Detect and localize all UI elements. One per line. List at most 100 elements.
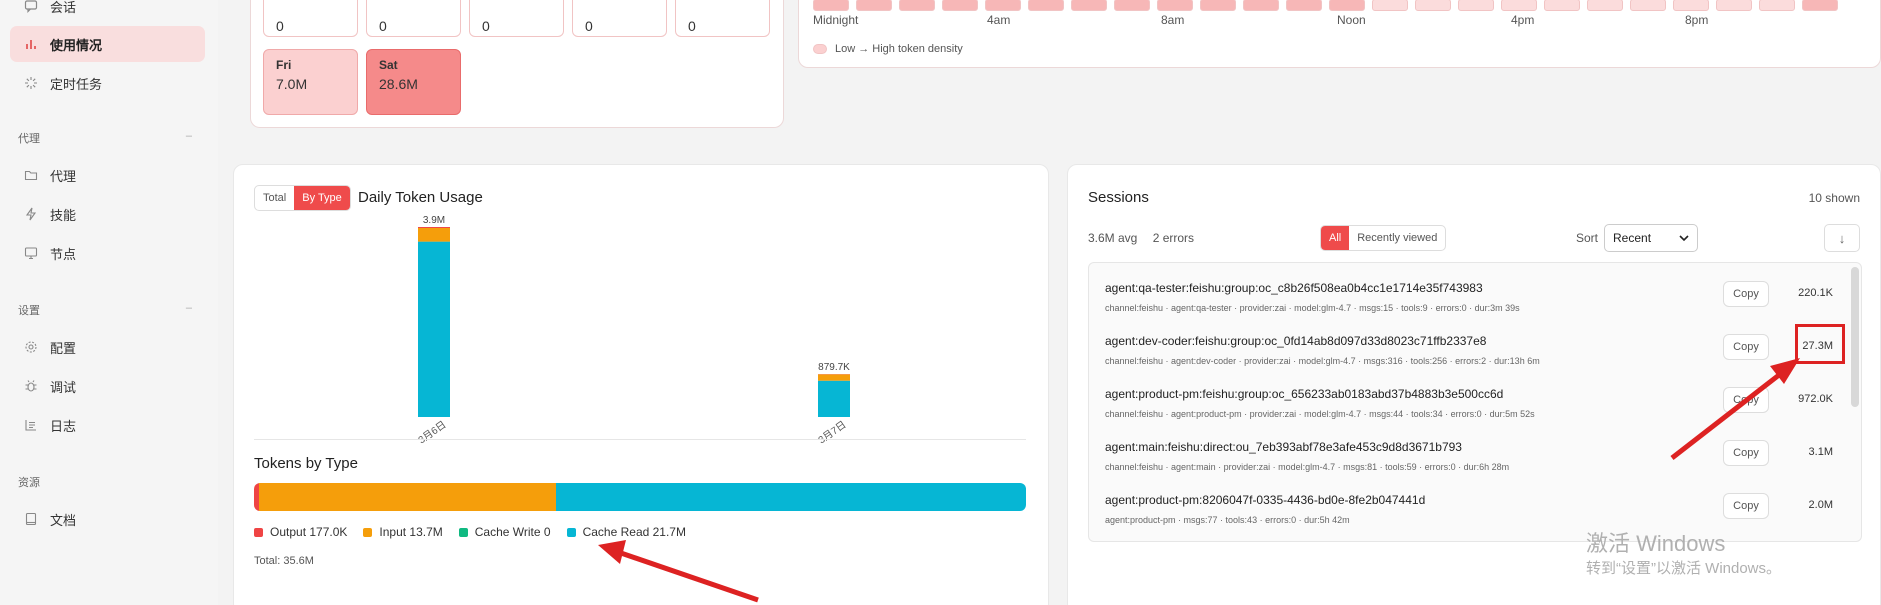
- copy-button[interactable]: Copy: [1723, 281, 1769, 307]
- day-card: 0: [572, 0, 667, 37]
- sidebar-item-label: 文档: [50, 512, 77, 528]
- session-key: agent:main:feishu:direct:ou_7eb393abf78e…: [1105, 440, 1462, 454]
- x-tick-label: 3月7日: [816, 419, 848, 445]
- heatmap-cell: [1114, 0, 1150, 11]
- session-row[interactable]: agent:dev-coder:feishu:group:oc_0fd14ab8…: [1089, 326, 1849, 379]
- sidebar-item-label: 技能: [50, 207, 77, 223]
- sidebar-item-label: 日志: [50, 418, 77, 434]
- toggle-by-type[interactable]: By Type: [294, 186, 350, 210]
- bar-segment-input[interactable]: [818, 374, 850, 381]
- tokens-by-type-bar: [254, 483, 1026, 511]
- session-row[interactable]: agent:product-pm:feishu:group:oc_656233a…: [1089, 379, 1849, 432]
- filter-recently-viewed[interactable]: Recently viewed: [1349, 226, 1445, 250]
- total-tokens: Total: 35.6M: [254, 555, 314, 567]
- view-toggle: Total By Type: [254, 185, 351, 211]
- session-row[interactable]: agent:qa-tester:feishu:group:oc_c8b26f50…: [1089, 273, 1849, 326]
- scrollbar[interactable]: [1851, 267, 1859, 407]
- legend-swatch: [254, 527, 263, 537]
- log-icon: [22, 416, 40, 434]
- sidebar-item-config[interactable]: 配置: [10, 329, 205, 365]
- gear-icon: [22, 338, 40, 356]
- session-tokens: 2.0M: [1808, 499, 1833, 511]
- type-segment-input[interactable]: [258, 483, 556, 511]
- tokens-by-type-title: Tokens by Type: [254, 455, 358, 472]
- copy-button[interactable]: Copy: [1723, 334, 1769, 360]
- heatmap-cell: [1673, 0, 1709, 11]
- legend-swatch: [458, 527, 468, 537]
- sidebar-item-usage[interactable]: 使用情况: [10, 26, 205, 62]
- daily-token-usage-panel: Total By Type Daily Token Usage 3.9M 3月6日…: [233, 164, 1049, 605]
- sidebar-item-label: 节点: [50, 246, 77, 262]
- heatmap-cell: [813, 0, 849, 11]
- spinner-icon: [22, 74, 40, 92]
- sidebar-item-cron[interactable]: 定时任务: [10, 65, 205, 101]
- legend-item-cache-read: Cache Read 21.7M: [566, 525, 686, 539]
- bar-segment-cache-read[interactable]: [818, 380, 850, 417]
- sidebar-item-label: 配置: [50, 340, 77, 356]
- toggle-total[interactable]: Total: [255, 186, 294, 210]
- hour-label: 8pm: [1685, 13, 1709, 27]
- session-details: channel:feishu · agent:main · provider:z…: [1105, 462, 1510, 472]
- heatmap-cell: [1372, 0, 1408, 11]
- sidebar-item-debug[interactable]: 调试: [10, 368, 205, 404]
- heatmap-cell: [1630, 0, 1666, 11]
- copy-button[interactable]: Copy: [1723, 387, 1769, 413]
- sessions-panel: Sessions 10 shown 3.6M avg 2 errors All …: [1067, 164, 1881, 605]
- section-title-resources: 资源: [18, 477, 40, 489]
- day-card: 0: [675, 0, 770, 37]
- collapse-icon: –: [185, 302, 192, 314]
- session-tokens: 3.1M: [1808, 446, 1833, 458]
- daily-token-chart: 3.9M 3月6日 879.7K 3月7日: [416, 215, 850, 445]
- day-card-fri: Fri 7.0M: [263, 49, 358, 115]
- sessions-filter: All Recently viewed: [1320, 225, 1447, 251]
- day-card: 0: [469, 0, 564, 37]
- session-row[interactable]: agent:product-pm:8206047f-0335-4436-bd0e…: [1089, 485, 1849, 538]
- avg-tokens: 3.6M avg: [1088, 231, 1138, 245]
- filter-all[interactable]: All: [1321, 226, 1350, 250]
- chart-title: Daily Token Usage: [358, 189, 483, 206]
- sidebar-item-logs[interactable]: 日志: [10, 407, 205, 443]
- session-tokens: 220.1K: [1798, 287, 1833, 299]
- heatmap-cell: [1458, 0, 1494, 11]
- sidebar-item-agents[interactable]: 代理: [10, 157, 205, 193]
- session-details: channel:feishu · agent:qa-tester · provi…: [1105, 303, 1520, 313]
- heatmap-cell: [899, 0, 935, 11]
- sidebar-item-docs[interactable]: 文档: [10, 501, 205, 537]
- session-tokens: 972.0K: [1798, 393, 1833, 405]
- heatmap-cell: [1716, 0, 1752, 11]
- day-card: 0: [263, 0, 358, 37]
- bar-segment-cache-read[interactable]: [418, 241, 450, 417]
- sidebar: 会话 使用情况 定时任务 代理 – 代理 技能 节点 设置 – 配置 调试 日志…: [0, 0, 218, 605]
- sidebar-item-skills[interactable]: 技能: [10, 196, 205, 232]
- section-title-agents[interactable]: 代理 –: [18, 130, 198, 146]
- error-count: 2 errors: [1152, 231, 1195, 245]
- bar-segment-input[interactable]: [418, 227, 450, 242]
- session-row[interactable]: agent:main:feishu:direct:ou_7eb393abf78e…: [1089, 432, 1849, 485]
- tokens-by-type-legend: Output 177.0K Input 13.7M Cache Write 0 …: [254, 525, 686, 539]
- bar-segment-output[interactable]: [418, 227, 450, 228]
- copy-button[interactable]: Copy: [1723, 440, 1769, 466]
- sort-select[interactable]: Recent: [1604, 224, 1698, 252]
- density-swatch: [813, 44, 827, 54]
- heatmap-cell: [1587, 0, 1623, 11]
- session-key: agent:product-pm:8206047f-0335-4436-bd0e…: [1105, 493, 1426, 507]
- legend-swatch: [363, 527, 373, 537]
- hour-label: 4am: [987, 13, 1011, 27]
- sidebar-item-nodes[interactable]: 节点: [10, 235, 205, 271]
- sessions-summary: 3.6M avg 2 errors: [1088, 231, 1194, 245]
- heatmap-cell: [1802, 0, 1838, 11]
- type-segment-cache-read[interactable]: [555, 483, 1026, 511]
- download-button[interactable]: ↓: [1824, 224, 1860, 252]
- heatmap-cell: [1200, 0, 1236, 11]
- heatmap-cell: [1028, 0, 1064, 11]
- legend-item-output: Output 177.0K: [254, 525, 347, 539]
- session-key: agent:qa-tester:feishu:group:oc_c8b26f50…: [1105, 281, 1483, 295]
- sessions-shown-count: 10 shown: [1808, 191, 1860, 205]
- heatmap-cell: [942, 0, 978, 11]
- copy-button[interactable]: Copy: [1723, 493, 1769, 519]
- section-title-settings[interactable]: 设置 –: [18, 302, 198, 318]
- x-tick-label: 3月6日: [416, 419, 448, 445]
- bar-total-label: 879.7K: [818, 362, 850, 373]
- sidebar-item-sessions[interactable]: 会话: [10, 0, 205, 24]
- bolt-icon: [22, 205, 40, 223]
